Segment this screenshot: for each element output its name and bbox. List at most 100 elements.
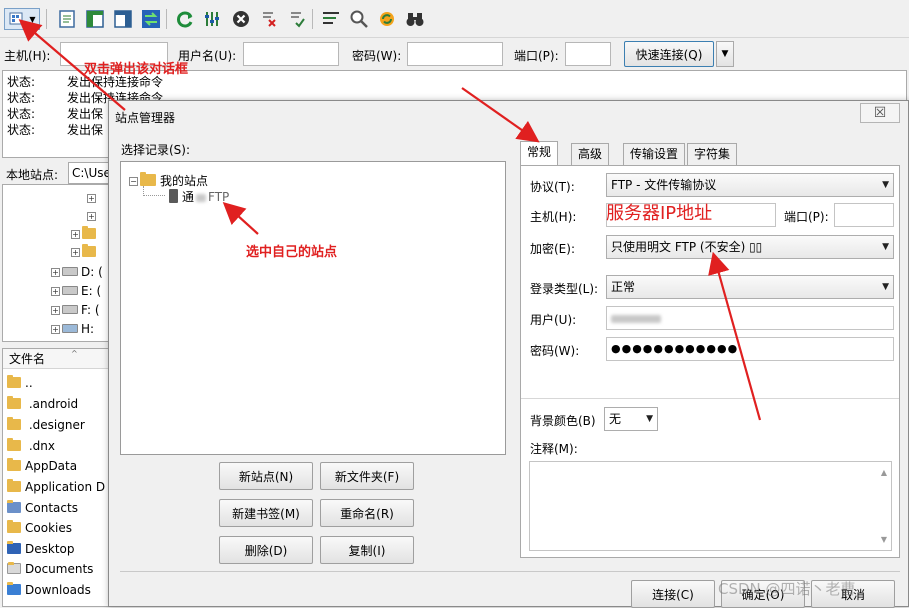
toggle-queue-button[interactable]: [140, 8, 162, 30]
process-queue-icon: [205, 12, 219, 26]
password-input[interactable]: ●●●●●●●●●●●●: [606, 337, 894, 361]
list-item[interactable]: Contacts: [7, 498, 78, 518]
divider: [120, 571, 900, 572]
search-icon: [350, 10, 368, 28]
password-label: 密码(W):: [530, 344, 580, 358]
process-queue-button[interactable]: [202, 8, 224, 30]
username-input[interactable]: [243, 42, 339, 66]
list-item[interactable]: AppData: [7, 456, 77, 476]
reconnect-button[interactable]: [286, 8, 308, 30]
connect-button[interactable]: 连接(C): [631, 580, 715, 608]
tab-advanced[interactable]: 高级: [571, 143, 610, 165]
toggle-log-button[interactable]: [56, 8, 78, 30]
close-button[interactable]: ☒: [860, 103, 900, 123]
port-input[interactable]: [834, 203, 894, 227]
filename-column-header[interactable]: 文件名 ^: [3, 349, 109, 369]
list-item[interactable]: Desktop: [7, 539, 75, 559]
local-path-input[interactable]: C:\Use: [68, 162, 112, 184]
new-bookmark-button[interactable]: 新建书签(M): [219, 499, 313, 527]
disconnect-button[interactable]: [258, 8, 280, 30]
folder-icon: [7, 438, 21, 451]
close-icon: ☒: [873, 105, 887, 121]
comment-textarea[interactable]: ▲ ▼: [529, 461, 892, 551]
drive-node[interactable]: + H:: [51, 322, 94, 336]
folder-icon: [7, 479, 21, 492]
tree-root-my-sites[interactable]: − 我的站点: [129, 172, 208, 189]
password-label: 密码(W):: [352, 49, 402, 63]
list-item[interactable]: Downloads: [7, 580, 91, 600]
remote-tree-icon: [114, 10, 132, 28]
tree-node[interactable]: +: [87, 191, 98, 205]
drive-node[interactable]: + D: (: [51, 265, 103, 279]
drive-icon: [62, 267, 78, 276]
folder-icon: [82, 226, 96, 239]
site-tree[interactable]: − 我的站点 通 FTP: [120, 161, 506, 455]
site-manager-button[interactable]: ▼: [4, 8, 40, 30]
folder-icon: [7, 458, 21, 471]
log-line: 状态: 发出保持连接命令: [7, 91, 164, 105]
delete-button[interactable]: 删除(D): [219, 536, 313, 564]
quickconnect-dropdown[interactable]: ▼: [716, 41, 734, 67]
drive-icon: [62, 305, 78, 314]
protocol-select[interactable]: FTP - 文件传输协议: [606, 173, 894, 197]
toggle-remote-tree-button[interactable]: [112, 8, 134, 30]
divider: [521, 398, 899, 399]
background-color-select[interactable]: 无: [604, 407, 658, 431]
list-item[interactable]: ..: [7, 373, 33, 393]
list-item[interactable]: .designer: [7, 415, 85, 435]
disconnect-icon: [263, 12, 276, 27]
folder-icon: [82, 244, 96, 257]
new-folder-button[interactable]: 新文件夹(F): [320, 462, 414, 490]
toggle-local-tree-button[interactable]: [84, 8, 106, 30]
port-label: 端口(P):: [514, 49, 559, 63]
tree-site-item[interactable]: 通 FTP: [169, 188, 229, 205]
encryption-select[interactable]: 只使用明文 FTP (不安全) ▯▯: [606, 235, 894, 259]
logon-type-select[interactable]: 正常: [606, 275, 894, 299]
tab-transfer-settings[interactable]: 传输设置: [623, 143, 686, 165]
comment-label: 注释(M):: [530, 442, 578, 456]
list-item[interactable]: Documents: [7, 559, 93, 579]
list-item[interactable]: .dnx: [7, 436, 55, 456]
tree-node[interactable]: +: [71, 226, 100, 241]
tab-charset[interactable]: 字符集: [687, 143, 738, 165]
rename-button[interactable]: 重命名(R): [320, 499, 414, 527]
list-item[interactable]: Cookies: [7, 518, 72, 538]
downloads-folder-icon: [7, 582, 21, 595]
tab-general[interactable]: 常规: [520, 141, 559, 166]
folder-icon: [7, 520, 21, 533]
annotation-select-site: 选中自己的站点: [246, 245, 338, 260]
directory-listing-filter-button[interactable]: [320, 8, 342, 30]
quickconnect-button[interactable]: 快速连接(Q): [624, 41, 714, 67]
list-item[interactable]: Application D: [7, 477, 105, 497]
local-site-bar: 本地站点: C:\Use: [2, 162, 112, 184]
local-directory-tree[interactable]: + + + + + D: ( + E: ( + F: ( + H:: [2, 184, 110, 342]
refresh-button[interactable]: [174, 8, 196, 30]
cancel-operation-button[interactable]: [230, 8, 252, 30]
tree-node[interactable]: +: [87, 209, 98, 223]
filter-icon: [323, 12, 339, 24]
find-files-button[interactable]: [404, 8, 426, 30]
tree-node[interactable]: +: [71, 244, 100, 259]
drive-node[interactable]: + F: (: [51, 303, 100, 317]
user-label: 用户(U):: [530, 313, 577, 327]
list-item[interactable]: .android: [7, 394, 78, 414]
copy-button[interactable]: 复制(I): [320, 536, 414, 564]
drive-node[interactable]: + E: (: [51, 284, 101, 298]
local-file-list[interactable]: 文件名 ^ .. .android .designer .dnx AppData …: [2, 348, 110, 607]
directory-comparison-button[interactable]: [348, 8, 370, 30]
scroll-down-icon[interactable]: ▼: [881, 535, 887, 544]
password-input[interactable]: [407, 42, 503, 66]
select-entry-label: 选择记录(S):: [121, 143, 191, 157]
scroll-up-icon[interactable]: ▲: [881, 468, 887, 477]
port-input[interactable]: [565, 42, 611, 66]
synchronized-browsing-button[interactable]: [376, 8, 398, 30]
new-site-button[interactable]: 新站点(N): [219, 462, 313, 490]
toolbar-separator: [312, 9, 313, 29]
transfer-queue-icon: [142, 10, 160, 28]
user-input[interactable]: [606, 306, 894, 330]
documents-folder-icon: [7, 562, 21, 574]
toolbar: ▼: [0, 0, 909, 38]
desktop-folder-icon: [7, 541, 21, 554]
reconnect-icon: [291, 12, 305, 28]
server-icon: [169, 189, 178, 203]
